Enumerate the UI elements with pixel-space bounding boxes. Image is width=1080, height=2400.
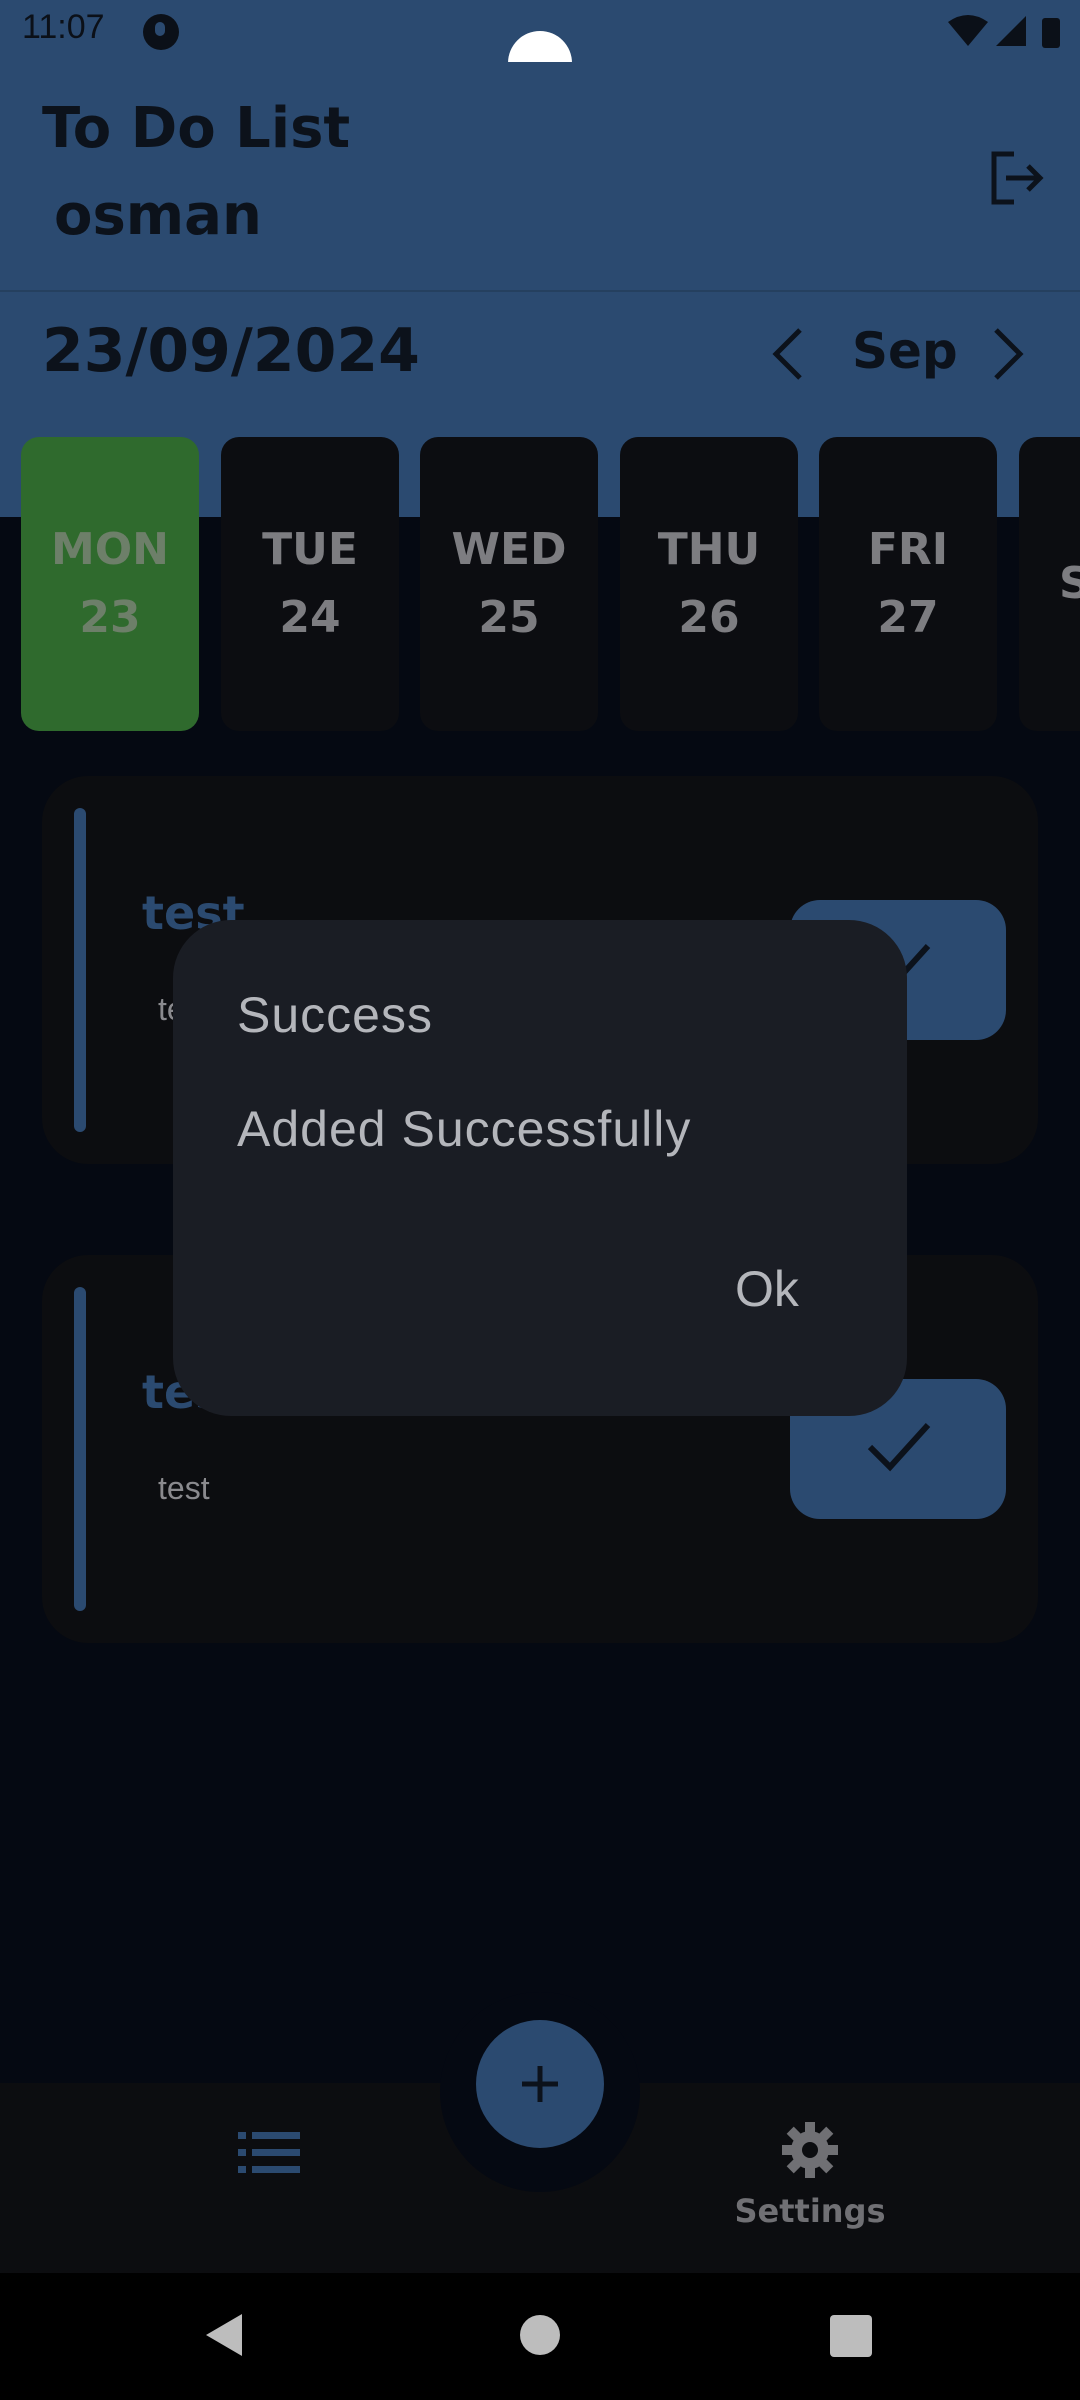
dialog-message: Added Successfully [237,1101,692,1157]
add-task-button[interactable] [476,2020,604,2148]
day-number: 23 [79,592,141,643]
logout-icon[interactable] [988,150,1046,206]
day-number: 27 [877,592,939,643]
day-name: WED [451,524,567,575]
day-name: MON [50,524,169,575]
current-date: 23/09/2024 [42,316,420,386]
home-icon[interactable] [520,2315,560,2355]
signal-icon [996,16,1026,46]
month-label: Sep [852,322,958,380]
day-card-tue[interactable]: TUE 24 [221,437,399,731]
day-number: 26 [678,592,740,643]
dialog-title: Success [237,987,433,1043]
app-notification-icon [143,14,179,50]
day-name: TUE [262,524,358,575]
settings-nav-label[interactable]: Settings [700,2192,920,2230]
day-number: 25 [478,592,540,643]
gear-icon[interactable] [780,2120,840,2180]
wifi-icon [948,15,988,46]
ok-button[interactable]: Ok [723,1260,811,1318]
task-description: test [158,1470,210,1506]
chevron-left-icon[interactable] [768,326,808,382]
app-title: To Do List [42,96,351,161]
day-name: THU [657,524,761,575]
battery-icon [1042,18,1060,48]
day-card-thu[interactable]: THU 26 [620,437,798,731]
day-card-fri[interactable]: FRI 27 [819,437,997,731]
chevron-right-icon[interactable] [988,326,1028,382]
day-name: S [1059,558,1080,609]
day-card-sat[interactable]: S [1019,437,1080,731]
day-card-mon[interactable]: MON 23 [21,437,199,731]
day-card-wed[interactable]: WED 25 [420,437,598,731]
recents-icon[interactable] [830,2315,872,2357]
plus-icon [522,2066,558,2102]
user-name: osman [54,183,262,248]
status-icons [948,15,1060,48]
day-number: 24 [279,592,341,643]
back-icon[interactable] [204,2312,244,2358]
success-dialog: Success Added Successfully Ok [173,920,907,1416]
task-accent-bar [74,808,86,1132]
list-icon[interactable] [238,2130,302,2176]
day-name: FRI [867,524,949,575]
task-accent-bar [74,1287,86,1611]
check-icon [867,1422,931,1472]
status-time: 11:07 [22,8,105,46]
